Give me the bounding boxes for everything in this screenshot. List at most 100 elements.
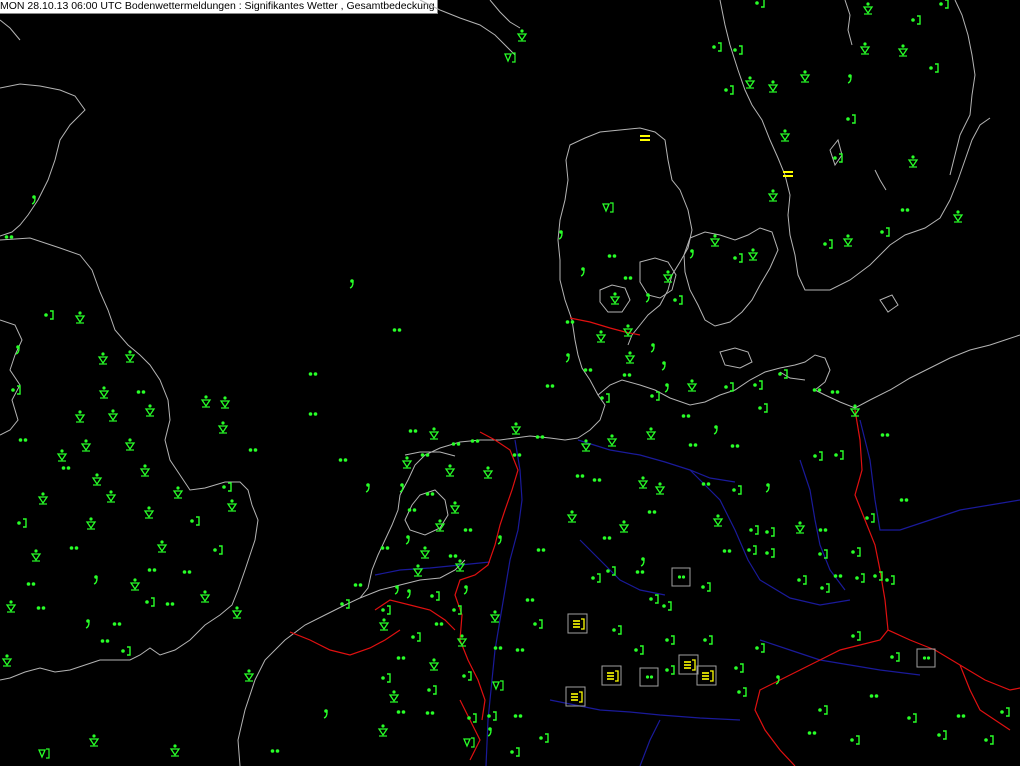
station-symbol[interactable] [378, 618, 390, 631]
station-symbol[interactable] [525, 598, 535, 602]
station-symbol[interactable] [425, 492, 435, 496]
station-symbol[interactable] [74, 410, 86, 423]
station-symbol[interactable] [217, 421, 229, 434]
station-symbol[interactable] [850, 735, 860, 745]
station-symbol[interactable] [308, 412, 318, 416]
station-symbol[interactable] [654, 482, 666, 495]
station-symbol[interactable] [172, 486, 184, 499]
station-symbol[interactable] [165, 602, 175, 606]
station-symbol[interactable] [510, 747, 520, 757]
station-symbol[interactable] [566, 510, 578, 523]
station-symbol[interactable] [897, 44, 909, 57]
station-symbol[interactable] [737, 687, 747, 697]
station-symbol[interactable] [833, 574, 843, 578]
station-symbol[interactable] [767, 189, 779, 202]
station-symbol[interactable] [744, 76, 756, 89]
station-symbol[interactable] [323, 709, 328, 719]
station-symbol[interactable] [407, 508, 417, 512]
station-symbol[interactable] [31, 195, 36, 205]
station-symbol[interactable] [190, 516, 200, 526]
station-symbol[interactable] [516, 29, 528, 42]
station-symbol[interactable] [765, 548, 775, 558]
station-symbol[interactable] [779, 129, 791, 142]
station-symbol[interactable] [602, 536, 612, 540]
station-symbol[interactable] [143, 506, 155, 519]
station-symbol[interactable] [497, 535, 502, 545]
station-symbol[interactable] [567, 613, 588, 634]
station-symbol[interactable] [448, 554, 458, 558]
station-symbol[interactable] [487, 727, 492, 737]
station-symbol[interactable] [38, 748, 50, 759]
station-symbol[interactable] [425, 711, 435, 715]
station-symbol[interactable] [865, 513, 875, 523]
station-symbol[interactable] [767, 80, 779, 93]
station-symbol[interactable] [583, 368, 593, 372]
station-symbol[interactable] [885, 575, 895, 585]
station-symbol[interactable] [709, 234, 721, 247]
station-symbol[interactable] [396, 710, 406, 714]
station-symbol[interactable] [428, 427, 440, 440]
station-symbol[interactable] [427, 685, 437, 695]
station-symbol[interactable] [1, 654, 13, 667]
station-symbol[interactable] [380, 546, 390, 550]
station-symbol[interactable] [412, 564, 424, 577]
station-symbol[interactable] [612, 625, 622, 635]
station-symbol[interactable] [107, 409, 119, 422]
station-symbol[interactable] [419, 546, 431, 559]
station-symbol[interactable] [622, 373, 632, 377]
station-symbol[interactable] [381, 605, 391, 615]
station-symbol[interactable] [929, 63, 939, 73]
station-symbol[interactable] [222, 482, 232, 492]
station-symbol[interactable] [859, 42, 871, 55]
weather-stations[interactable] [1, 0, 1010, 759]
station-symbol[interactable] [392, 328, 402, 332]
station-symbol[interactable] [405, 535, 410, 545]
station-symbol[interactable] [565, 686, 586, 707]
station-symbol[interactable] [671, 567, 691, 587]
station-symbol[interactable] [406, 589, 411, 599]
station-symbol[interactable] [724, 382, 734, 392]
station-symbol[interactable] [722, 549, 732, 553]
station-symbol[interactable] [349, 279, 354, 289]
station-symbol[interactable] [661, 361, 666, 371]
station-symbol[interactable] [686, 379, 698, 392]
station-symbol[interactable] [820, 583, 830, 593]
station-symbol[interactable] [394, 585, 399, 595]
station-symbol[interactable] [899, 498, 909, 502]
station-symbol[interactable] [755, 0, 765, 8]
station-symbol[interactable] [635, 570, 645, 574]
station-symbol[interactable] [602, 202, 614, 213]
station-symbol[interactable] [463, 737, 475, 748]
station-symbol[interactable] [124, 350, 136, 363]
station-symbol[interactable] [565, 353, 570, 363]
station-symbol[interactable] [444, 464, 456, 477]
station-symbol[interactable] [758, 403, 768, 413]
station-symbol[interactable] [200, 395, 212, 408]
station-symbol[interactable] [388, 690, 400, 703]
station-symbol[interactable] [226, 499, 238, 512]
station-symbol[interactable] [434, 622, 444, 626]
station-symbol[interactable] [645, 427, 657, 440]
station-symbol[interactable] [61, 466, 71, 470]
station-symbol[interactable] [747, 545, 757, 555]
station-symbol[interactable] [855, 573, 865, 583]
station-symbol[interactable] [533, 619, 543, 629]
station-symbol[interactable] [818, 528, 828, 532]
station-symbol[interactable] [712, 514, 724, 527]
station-symbol[interactable] [428, 658, 440, 671]
station-symbol[interactable] [545, 384, 555, 388]
station-symbol[interactable] [156, 540, 168, 553]
station-symbol[interactable] [44, 310, 54, 320]
station-symbol[interactable] [688, 443, 698, 447]
station-symbol[interactable] [734, 663, 744, 673]
station-symbol[interactable] [504, 52, 516, 63]
station-symbol[interactable] [595, 330, 607, 343]
station-symbol[interactable] [639, 667, 659, 687]
station-symbol[interactable] [797, 575, 807, 585]
station-symbol[interactable] [753, 380, 763, 390]
station-symbol[interactable] [36, 606, 46, 610]
station-symbol[interactable] [799, 70, 811, 83]
station-symbol[interactable] [124, 438, 136, 451]
station-symbol[interactable] [449, 501, 461, 514]
station-symbol[interactable] [74, 311, 86, 324]
